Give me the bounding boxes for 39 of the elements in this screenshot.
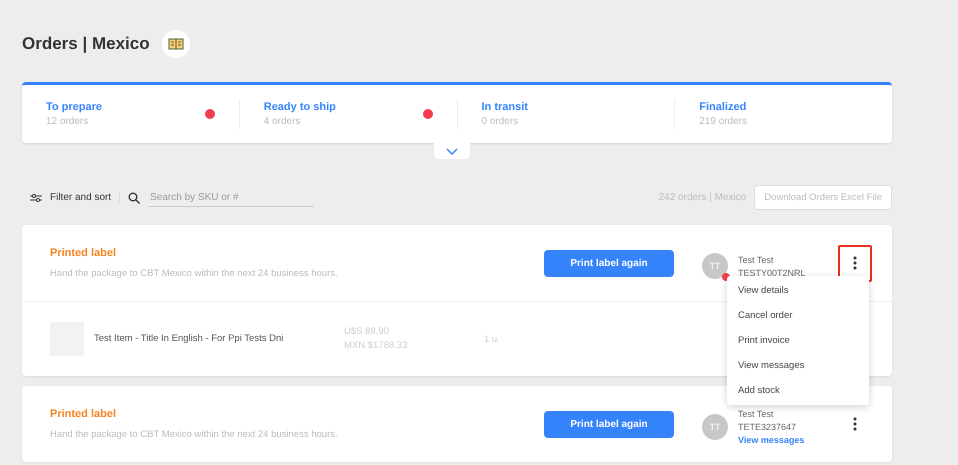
expand-button[interactable] bbox=[434, 143, 470, 159]
order-status: Printed label bbox=[50, 247, 118, 259]
view-messages-link[interactable]: View messages bbox=[738, 435, 804, 445]
menu-item[interactable]: Cancel order bbox=[727, 303, 869, 328]
buyer-name: Test Test bbox=[738, 409, 774, 419]
buyer-id: TESTY00T2NRL bbox=[738, 268, 806, 278]
sliders-icon bbox=[30, 192, 42, 202]
download-button[interactable]: Download Orders Excel File bbox=[754, 185, 892, 210]
status-tab-label[interactable]: In transit bbox=[482, 101, 528, 113]
status-tab-count: 219 orders bbox=[699, 116, 748, 127]
order-description: Hand the package to CBT Mexico within the next 24 business hours. bbox=[50, 429, 339, 440]
item-title: Test Item - Title In English - For Ppi Tests Dni bbox=[94, 332, 284, 346]
menu-item[interactable]: View messages bbox=[727, 353, 869, 378]
print-label-button[interactable]: Print label again bbox=[544, 250, 674, 276]
status-tab-count: 4 orders bbox=[264, 116, 302, 127]
book-icon bbox=[168, 38, 184, 50]
chevron-down-icon bbox=[446, 148, 458, 154]
status-tab-label[interactable]: Finalized bbox=[699, 101, 748, 113]
filter-sort-button[interactable]: Filter and sort bbox=[30, 192, 120, 203]
search-icon bbox=[128, 192, 140, 204]
status-tab-label[interactable]: Ready to ship bbox=[264, 101, 336, 113]
buyer-avatar: TT bbox=[702, 414, 728, 440]
order-status: Printed label bbox=[50, 408, 118, 420]
menu-item[interactable]: View details bbox=[727, 278, 869, 303]
menu-item[interactable]: Print invoice bbox=[727, 328, 869, 353]
print-label-button[interactable]: Print label again bbox=[544, 410, 674, 438]
status-tab-count: 0 orders bbox=[482, 116, 520, 127]
order-description: Hand the package to CBT Mexico within the next 24 business hours. bbox=[50, 268, 339, 279]
search-field[interactable]: Search by SKU or # bbox=[148, 188, 314, 206]
buyer-id: TETE3237647 bbox=[738, 422, 798, 432]
buyer-name: Test Test bbox=[738, 254, 774, 264]
buyer-avatar: TT bbox=[702, 253, 728, 279]
page-title: Orders | Mexico bbox=[22, 34, 150, 54]
menu-item[interactable]: Add stock bbox=[727, 378, 869, 403]
more-options-icon bbox=[853, 417, 857, 431]
more-options-icon bbox=[853, 256, 857, 270]
status-tab-count: 12 orders bbox=[46, 116, 90, 127]
status-tab-label[interactable]: To prepare bbox=[46, 101, 102, 113]
guide-button[interactable] bbox=[162, 30, 190, 58]
